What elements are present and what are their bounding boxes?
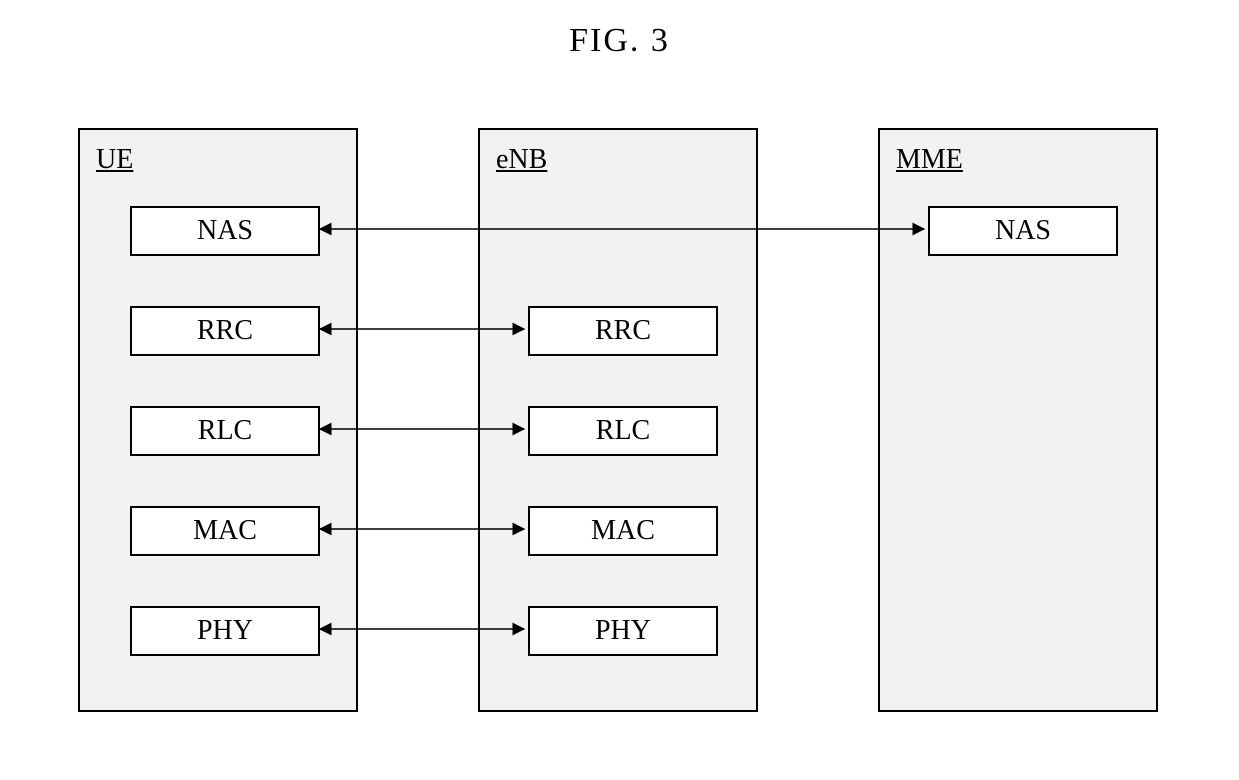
mme-nas-text: NAS (995, 215, 1051, 247)
enb-mac-text: MAC (591, 515, 655, 547)
mme-layer-nas: NAS (928, 206, 1118, 256)
enb-phy-text: PHY (595, 615, 651, 647)
entity-enb: eNB RRC RLC MAC PHY (478, 128, 758, 712)
ue-layer-phy: PHY (130, 606, 320, 656)
enb-layer-rrc: RRC (528, 306, 718, 356)
ue-rlc-text: RLC (198, 415, 252, 447)
ue-rrc-text: RRC (197, 315, 253, 347)
ue-layer-nas: NAS (130, 206, 320, 256)
entity-ue: UE NAS RRC RLC MAC PHY (78, 128, 358, 712)
ue-layer-rlc: RLC (130, 406, 320, 456)
figure-root: FIG. 3 UE NAS RRC RLC MAC PHY eNB RRC RL… (0, 0, 1239, 780)
entity-enb-label: eNB (496, 144, 547, 176)
enb-layer-mac: MAC (528, 506, 718, 556)
ue-layer-rrc: RRC (130, 306, 320, 356)
entity-mme: MME NAS (878, 128, 1158, 712)
enb-rrc-text: RRC (595, 315, 651, 347)
ue-phy-text: PHY (197, 615, 253, 647)
entity-ue-label: UE (96, 144, 133, 176)
enb-layer-rlc: RLC (528, 406, 718, 456)
ue-layer-mac: MAC (130, 506, 320, 556)
figure-title: FIG. 3 (0, 22, 1239, 60)
enb-layer-phy: PHY (528, 606, 718, 656)
entity-mme-label: MME (896, 144, 963, 176)
ue-mac-text: MAC (193, 515, 257, 547)
enb-rlc-text: RLC (596, 415, 650, 447)
ue-nas-text: NAS (197, 215, 253, 247)
